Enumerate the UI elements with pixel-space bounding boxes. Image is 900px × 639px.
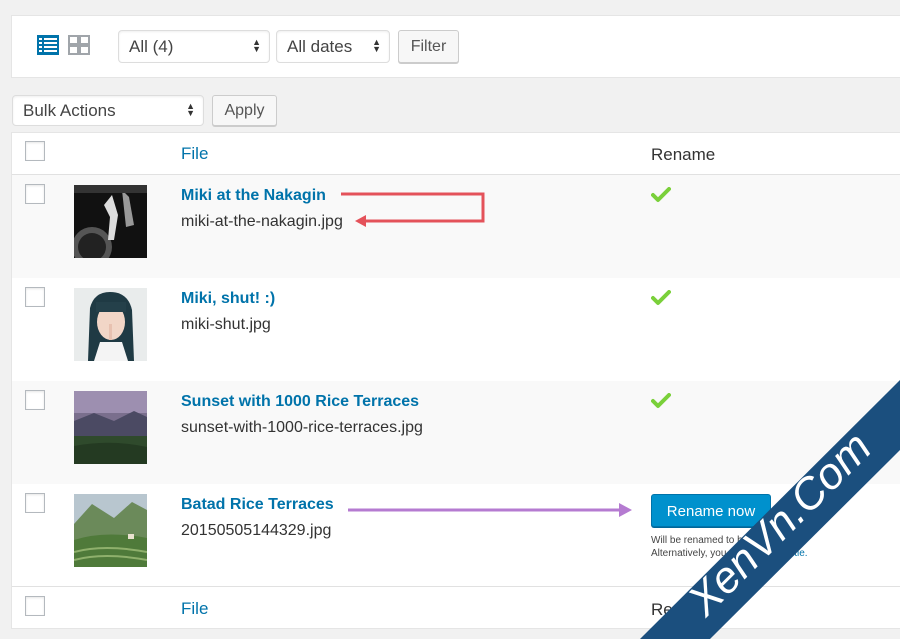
rename-note-line2: Alternatively, you <box>651 548 727 559</box>
list-view-icon[interactable] <box>37 35 59 55</box>
row-checkbox[interactable] <box>25 184 45 204</box>
thumbnail-miki-shut[interactable] <box>74 288 147 361</box>
rename-note-line1: Will be renamed to b <box>651 535 743 546</box>
thumbnail-batad-rice-terraces[interactable] <box>74 494 147 567</box>
date-filter-select[interactable]: All dates ▲ ▼ <box>276 30 390 63</box>
media-filename: sunset-with-1000-rice-terraces.jpg <box>181 419 423 436</box>
media-filename: miki-shut.jpg <box>181 316 271 333</box>
media-type-select[interactable]: All (4) ▲ ▼ <box>118 30 270 63</box>
select-all-checkbox-footer[interactable] <box>25 596 45 616</box>
rename-note-link[interactable]: title. <box>789 548 807 559</box>
rename-note-line1-end: ces. <box>785 535 804 546</box>
select-all-checkbox[interactable] <box>25 141 45 161</box>
column-footer-rename: Rename <box>651 600 716 619</box>
media-title-link[interactable]: Sunset with 1000 Rice Terraces <box>181 393 419 411</box>
row-checkbox[interactable] <box>25 493 45 513</box>
table-footer: File Rename <box>12 586 900 630</box>
media-type-select-value: All (4) <box>129 37 174 56</box>
thumbnail-miki-nakagin[interactable] <box>74 185 147 258</box>
media-filename: miki-at-the-nakagin.jpg <box>181 213 343 230</box>
media-title-link[interactable]: Miki, shut! :) <box>181 290 275 308</box>
check-icon <box>651 187 671 202</box>
thumbnail-sunset-rice-terraces[interactable] <box>74 391 147 464</box>
date-filter-select-value: All dates <box>287 37 353 56</box>
grid-view-icon[interactable] <box>68 35 90 55</box>
select-arrows-icon: ▲ ▼ <box>252 37 261 54</box>
rename-note: Will be renamed to b ces. Alternatively,… <box>651 534 851 560</box>
table-row: Miki, shut! :) miki-shut.jpg <box>12 278 900 381</box>
apply-button[interactable]: Apply <box>212 95 277 126</box>
table-row: Sunset with 1000 Rice Terraces sunset-wi… <box>12 381 900 484</box>
row-checkbox[interactable] <box>25 390 45 410</box>
column-header-file[interactable]: File <box>181 144 208 164</box>
row-checkbox[interactable] <box>25 287 45 307</box>
column-header-rename: Rename <box>651 145 716 164</box>
check-icon <box>651 290 671 305</box>
table-row: Batad Rice Terraces 20150505144329.jpg R… <box>12 484 900 586</box>
media-title-link[interactable]: Batad Rice Terraces <box>181 496 334 514</box>
media-table: File Rename Miki at the Nakagin miki-at-… <box>11 132 900 629</box>
column-footer-file[interactable]: File <box>181 599 208 619</box>
table-row: Miki at the Nakagin miki-at-the-nakagin.… <box>12 175 900 278</box>
media-toolbar: All (4) ▲ ▼ All dates ▲ ▼ Filter <box>11 15 900 78</box>
filter-button[interactable]: Filter <box>398 30 459 63</box>
bulk-actions-select[interactable]: Bulk Actions ▲ ▼ <box>12 95 204 126</box>
bulk-actions-select-value: Bulk Actions <box>23 101 116 120</box>
table-header: File Rename <box>12 133 900 175</box>
media-title-link[interactable]: Miki at the Nakagin <box>181 187 326 205</box>
rename-now-button[interactable]: Rename now <box>651 494 771 527</box>
select-arrows-icon: ▲ ▼ <box>372 37 381 54</box>
media-filename: 20150505144329.jpg <box>181 522 332 539</box>
select-arrows-icon: ▲ ▼ <box>186 101 195 118</box>
check-icon <box>651 393 671 408</box>
